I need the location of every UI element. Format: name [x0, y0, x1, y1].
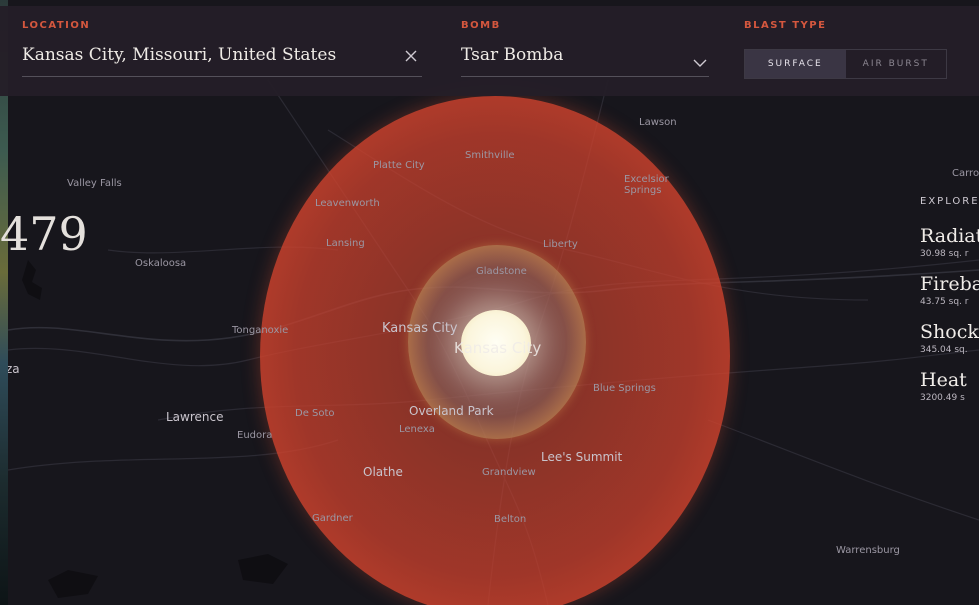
place-label: Tonganoxie — [232, 325, 289, 336]
location-input[interactable]: Kansas City, Missouri, United States — [22, 43, 422, 77]
effect-radiation[interactable]: Radiati 30.98 sq. r — [920, 225, 979, 259]
place-label: Excelsior Springs — [624, 174, 669, 196]
blast-type-label: BLAST TYPE — [744, 20, 827, 31]
place-label: Warrensburg — [836, 545, 900, 556]
effect-area: 3200.49 s — [920, 393, 965, 403]
effect-area: 43.75 sq. r — [920, 297, 969, 307]
effect-name: Heat — [920, 369, 967, 391]
effect-area: 345.04 sq. — [920, 345, 968, 355]
place-label: Lawrence — [166, 410, 224, 424]
blast-type-toggle: SURFACE AIR BURST — [744, 49, 947, 79]
surface-button[interactable]: SURFACE — [745, 50, 846, 78]
effect-name: Shock W — [920, 321, 979, 343]
place-label: Smithville — [465, 150, 515, 161]
place-label: Kansas City — [454, 339, 542, 357]
location-label: LOCATION — [22, 20, 91, 31]
place-label: Leavenworth — [315, 198, 380, 209]
effect-name: Fireball — [920, 273, 979, 295]
place-label: Liberty — [543, 239, 578, 250]
effect-heat[interactable]: Heat 3200.49 s — [920, 369, 979, 403]
place-label: Carroll — [952, 168, 979, 179]
place-label: Oskaloosa — [135, 258, 187, 269]
explore-panel: EXPLORE Radiati 30.98 sq. r Fireball 43.… — [920, 196, 979, 417]
place-label: Kansas City — [382, 321, 458, 336]
place-label: Olathe — [363, 465, 403, 479]
effect-shock-wave[interactable]: Shock W 345.04 sq. — [920, 321, 979, 355]
place-label: Grandview — [482, 467, 536, 478]
effect-fireball[interactable]: Fireball 43.75 sq. r — [920, 273, 979, 307]
place-label: Lenexa — [399, 424, 435, 435]
bomb-label: BOMB — [461, 20, 501, 31]
place-label: Gladstone — [476, 266, 527, 277]
effect-name: Radiati — [920, 225, 979, 247]
place-label: za — [8, 362, 20, 376]
controls-bar: LOCATION Kansas City, Missouri, United S… — [0, 6, 979, 96]
casualty-count: 479 — [0, 207, 88, 261]
place-label: Eudora — [237, 430, 273, 441]
place-label: Lansing — [326, 238, 365, 249]
close-icon[interactable] — [404, 48, 418, 62]
place-label: Platte City — [373, 160, 425, 171]
place-label: Gardner — [312, 513, 353, 524]
bomb-value: Tsar Bomba — [461, 45, 564, 65]
explore-title: EXPLORE — [920, 196, 979, 207]
air-burst-button[interactable]: AIR BURST — [846, 50, 947, 78]
place-label: Lee's Summit — [541, 450, 623, 464]
location-value: Kansas City, Missouri, United States — [22, 45, 337, 65]
effect-area: 30.98 sq. r — [920, 249, 969, 259]
place-label: Blue Springs — [593, 383, 656, 394]
place-label: Lawson — [639, 117, 677, 128]
bomb-select[interactable]: Tsar Bomba — [461, 43, 709, 77]
place-label: Belton — [494, 514, 527, 525]
place-label: Valley Falls — [67, 178, 122, 189]
chevron-down-icon[interactable] — [693, 53, 707, 67]
place-label: De Soto — [295, 408, 335, 419]
place-label: Overland Park — [409, 404, 494, 418]
